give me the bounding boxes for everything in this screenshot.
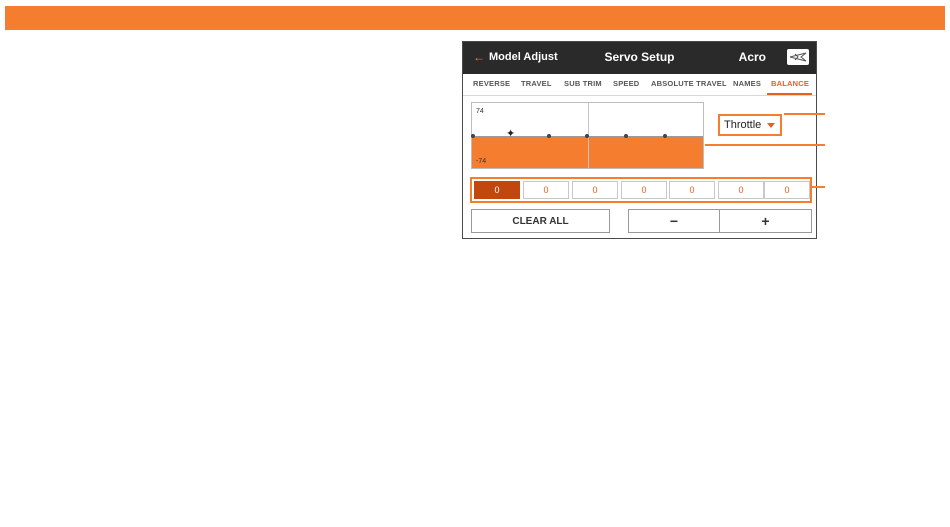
- model-name: Acro: [738, 50, 766, 64]
- callout-line-values: [812, 186, 825, 188]
- graph-min-label: -74: [476, 158, 487, 165]
- callout-line-graph: [705, 144, 825, 146]
- tab-sub-trim[interactable]: SUB TRIM: [564, 79, 602, 88]
- balance-value-row: 0 0 0 0 0 0 0: [470, 177, 812, 203]
- tab-absolute-travel[interactable]: ABSOLUTE TRAVEL: [651, 79, 727, 88]
- airplane-icon[interactable]: [787, 49, 809, 65]
- channel-select-value: Throttle: [724, 119, 762, 131]
- radio-screen: ← Model Adjust Servo Setup Acro REVERSE …: [462, 41, 817, 239]
- active-tab-indicator: [767, 93, 812, 95]
- balance-cell[interactable]: 0: [718, 181, 764, 199]
- tab-travel[interactable]: TRAVEL: [521, 79, 552, 88]
- increment-button[interactable]: +: [719, 209, 812, 233]
- balance-cell[interactable]: 0: [572, 181, 618, 199]
- clear-all-button[interactable]: CLEAR ALL: [471, 209, 610, 233]
- balance-point[interactable]: [471, 134, 475, 138]
- balance-cell[interactable]: 0: [523, 181, 569, 199]
- tab-bar: REVERSE TRAVEL SUB TRIM SPEED ABSOLUTE T…: [463, 74, 816, 96]
- decrement-button[interactable]: −: [628, 209, 720, 233]
- balance-cell[interactable]: 0: [621, 181, 667, 199]
- balance-point[interactable]: [624, 134, 628, 138]
- title-bar: ← Model Adjust Servo Setup Acro: [463, 42, 816, 74]
- selected-point-icon[interactable]: ✦: [506, 129, 515, 140]
- balance-graph[interactable]: 74 -74 ✦: [471, 102, 704, 169]
- top-banner: [5, 6, 945, 30]
- graph-max-label: 74: [476, 108, 484, 115]
- dropdown-arrow-icon: [767, 123, 775, 128]
- balance-cell[interactable]: 0: [669, 181, 715, 199]
- channel-select[interactable]: Throttle: [718, 114, 782, 136]
- tab-names[interactable]: NAMES: [733, 79, 761, 88]
- callout-line-channel: [784, 113, 825, 115]
- tab-speed[interactable]: SPEED: [613, 79, 639, 88]
- tab-balance[interactable]: BALANCE: [771, 79, 809, 88]
- balance-cell[interactable]: 0: [474, 181, 520, 199]
- balance-point[interactable]: [585, 134, 589, 138]
- balance-cell[interactable]: 0: [764, 181, 810, 199]
- balance-point[interactable]: [663, 134, 667, 138]
- balance-point[interactable]: [547, 134, 551, 138]
- tab-reverse[interactable]: REVERSE: [473, 79, 510, 88]
